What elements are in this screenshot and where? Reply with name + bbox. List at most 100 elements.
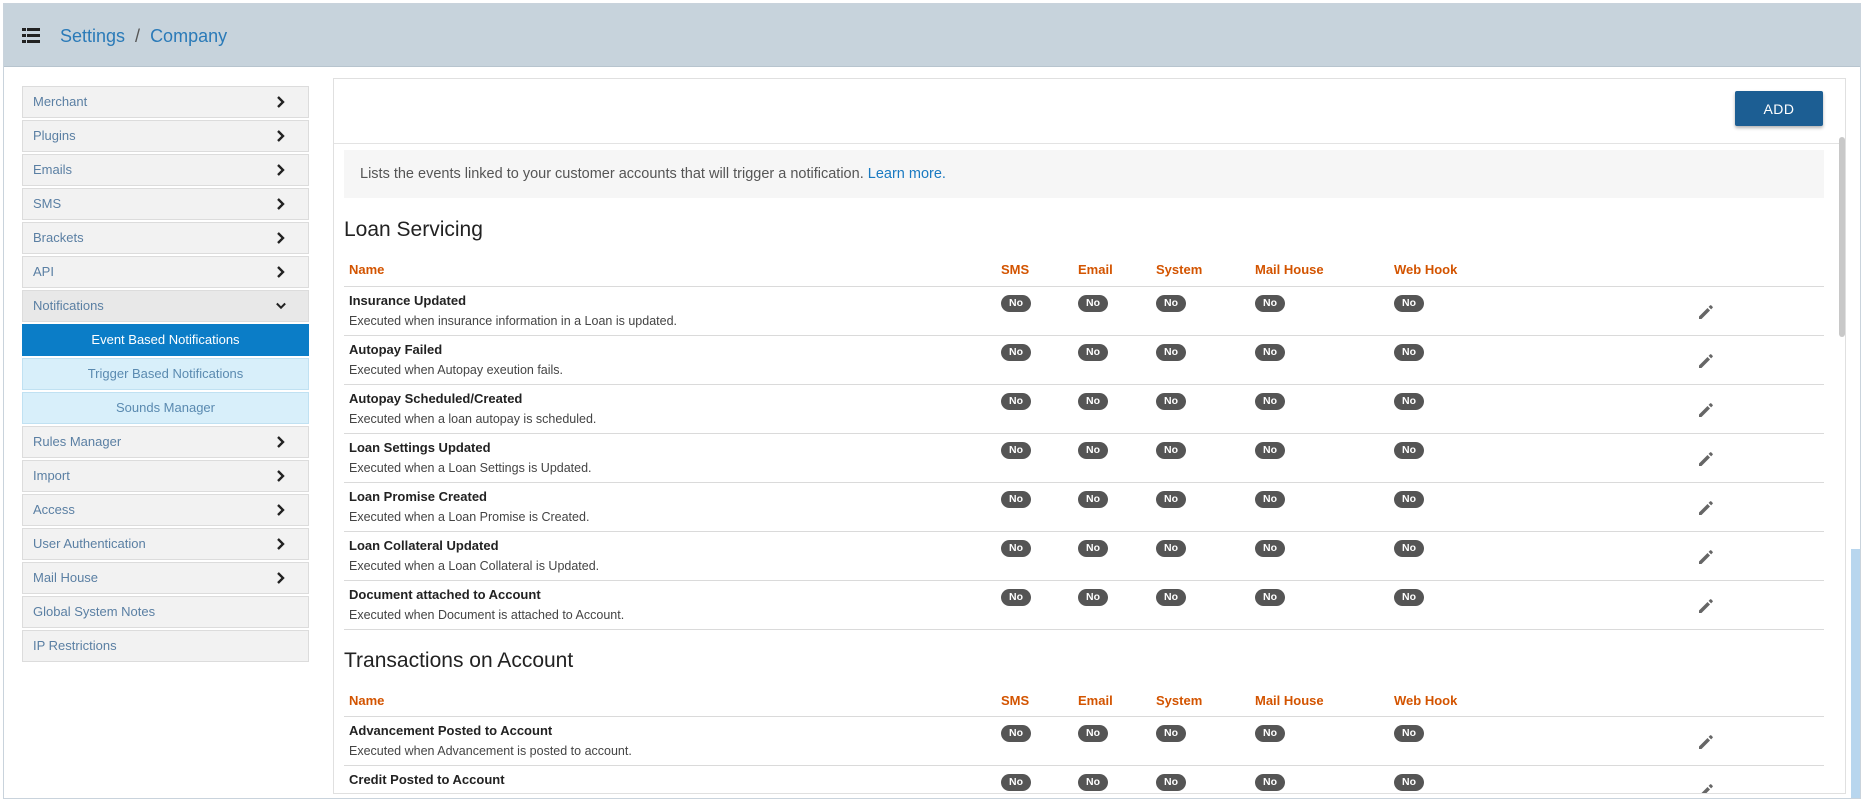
- column-header: SMS: [996, 254, 1073, 287]
- notifications-content: Lists the events linked to your customer…: [334, 145, 1834, 794]
- column-header: Web Hook: [1389, 254, 1529, 287]
- pencil-icon[interactable]: [1696, 302, 1716, 322]
- actions-cell: [1529, 384, 1824, 434]
- sidebar-item-import[interactable]: Import: [22, 460, 309, 492]
- actions-cell: [1529, 433, 1824, 483]
- sidebar-item-notifications[interactable]: Notifications: [22, 290, 309, 322]
- status-badge: No: [1156, 490, 1186, 508]
- status-badge: No: [1156, 441, 1186, 459]
- sidebar-item-ip-restrictions[interactable]: IP Restrictions: [22, 630, 309, 662]
- chevron-right-icon: [277, 470, 285, 482]
- sidebar-item-merchant[interactable]: Merchant: [22, 86, 309, 118]
- sidebar-item-label: Access: [33, 502, 75, 517]
- status-cell: No: [1073, 716, 1151, 766]
- pencil-icon[interactable]: [1696, 400, 1716, 420]
- status-cell: No: [1151, 482, 1250, 532]
- table-row[interactable]: Autopay Failed Executed when Autopay exeu…: [344, 335, 1824, 385]
- status-cell: No: [1250, 765, 1389, 793]
- actions-cell: [1529, 580, 1824, 630]
- sidebar-item-access[interactable]: Access: [22, 494, 309, 526]
- chevron-right-icon: [277, 538, 285, 550]
- status-badge: No: [1156, 774, 1186, 791]
- notifications-table: Name SMS Email System Mail House Web Hook Insu…: [344, 254, 1824, 630]
- pencil-icon[interactable]: [1696, 498, 1716, 518]
- status-badge: No: [1255, 441, 1285, 459]
- status-badge: No: [1156, 343, 1186, 361]
- breadcrumb-current[interactable]: Company: [150, 26, 227, 46]
- status-badge: No: [1156, 392, 1186, 410]
- status-badge: No: [1078, 588, 1108, 606]
- sidebar-subitem-sounds-manager[interactable]: Sounds Manager: [22, 392, 309, 424]
- pencil-icon[interactable]: [1696, 732, 1716, 752]
- table-row[interactable]: Loan Collateral Updated Executed when a L…: [344, 531, 1824, 581]
- status-badge: No: [1001, 725, 1031, 742]
- table-row[interactable]: Document attached to Account Executed whe…: [344, 580, 1824, 630]
- status-cell: No: [1073, 482, 1151, 532]
- status-badge: No: [1394, 774, 1424, 791]
- sidebar-item-user-authentication[interactable]: User Authentication: [22, 528, 309, 560]
- sidebar-item-api[interactable]: API: [22, 256, 309, 288]
- status-badge: No: [1255, 774, 1285, 791]
- sidebar-item-global-system-notes[interactable]: Global System Notes: [22, 596, 309, 628]
- status-cell: No: [996, 433, 1073, 483]
- status-cell: No: [1250, 531, 1389, 581]
- status-cell: No: [996, 531, 1073, 581]
- notifications-table: Name SMS Email System Mail House Web Hook Adva…: [344, 684, 1824, 794]
- status-cell: No: [996, 286, 1073, 336]
- status-badge: No: [1394, 588, 1424, 606]
- status-cell: No: [1151, 335, 1250, 385]
- actions-cell: [1529, 716, 1824, 766]
- sidebar-subitem-trigger-based-notifications[interactable]: Trigger Based Notifications: [22, 358, 309, 390]
- status-badge: No: [1255, 343, 1285, 361]
- status-cell: No: [1073, 580, 1151, 630]
- table-row[interactable]: Credit Posted to Account No No No No No: [344, 765, 1824, 794]
- status-cell: No: [1389, 335, 1529, 385]
- add-button[interactable]: ADD: [1735, 91, 1823, 126]
- pencil-icon[interactable]: [1696, 781, 1716, 794]
- status-badge: No: [1078, 490, 1108, 508]
- table-row[interactable]: Loan Promise Created Executed when a Loan…: [344, 482, 1824, 532]
- learn-more-link[interactable]: Learn more.: [868, 166, 946, 182]
- breadcrumb: Settings / Company: [60, 26, 227, 47]
- status-cell: No: [1389, 531, 1529, 581]
- sidebar-item-label: SMS: [33, 196, 62, 211]
- status-cell: No: [1389, 765, 1529, 793]
- table-row[interactable]: Autopay Scheduled/Created Executed when a…: [344, 384, 1824, 434]
- table-row[interactable]: Loan Settings Updated Executed when a Loa…: [344, 433, 1824, 483]
- list-icon[interactable]: [22, 28, 40, 43]
- sidebar-item-rules-manager[interactable]: Rules Manager: [22, 426, 309, 458]
- status-badge: No: [1394, 725, 1424, 742]
- status-badge: No: [1156, 294, 1186, 312]
- status-badge: No: [1255, 539, 1285, 557]
- column-header-actions: [1529, 684, 1824, 717]
- main-panel: ADD Lists the events linked to your cust…: [333, 78, 1846, 794]
- status-badge: No: [1394, 343, 1424, 361]
- status-cell: No: [1389, 384, 1529, 434]
- sidebar-item-mail-house[interactable]: Mail House: [22, 562, 309, 594]
- sidebar-item-plugins[interactable]: Plugins: [22, 120, 309, 152]
- status-cell: No: [1250, 384, 1389, 434]
- column-header-actions: [1529, 254, 1824, 287]
- sidebar-subitem-event-based-notifications[interactable]: Event Based Notifications: [22, 324, 309, 356]
- sidebar-item-emails[interactable]: Emails: [22, 154, 309, 186]
- pencil-icon[interactable]: [1696, 547, 1716, 567]
- breadcrumb-root[interactable]: Settings: [60, 26, 125, 46]
- pencil-icon[interactable]: [1696, 449, 1716, 469]
- table-row[interactable]: Insurance Updated Executed when insurance…: [344, 286, 1824, 336]
- status-badge: No: [1394, 490, 1424, 508]
- chevron-down-icon: [276, 302, 286, 310]
- chevron-right-icon: [277, 436, 285, 448]
- sidebar-item-brackets[interactable]: Brackets: [22, 222, 309, 254]
- vertical-scrollbar[interactable]: [1839, 137, 1845, 337]
- actions-cell: [1529, 335, 1824, 385]
- sidebar-item-sms[interactable]: SMS: [22, 188, 309, 220]
- chevron-right-icon: [277, 572, 285, 584]
- column-header: Web Hook: [1389, 684, 1529, 717]
- table-row[interactable]: Advancement Posted to Account Executed wh…: [344, 716, 1824, 766]
- pencil-icon[interactable]: [1696, 351, 1716, 371]
- status-cell: No: [1250, 482, 1389, 532]
- status-badge: No: [1078, 294, 1108, 312]
- status-badge: No: [1394, 539, 1424, 557]
- pencil-icon[interactable]: [1696, 596, 1716, 616]
- app-frame: Settings / Company Merchant Plugins Emails SM…: [3, 3, 1861, 799]
